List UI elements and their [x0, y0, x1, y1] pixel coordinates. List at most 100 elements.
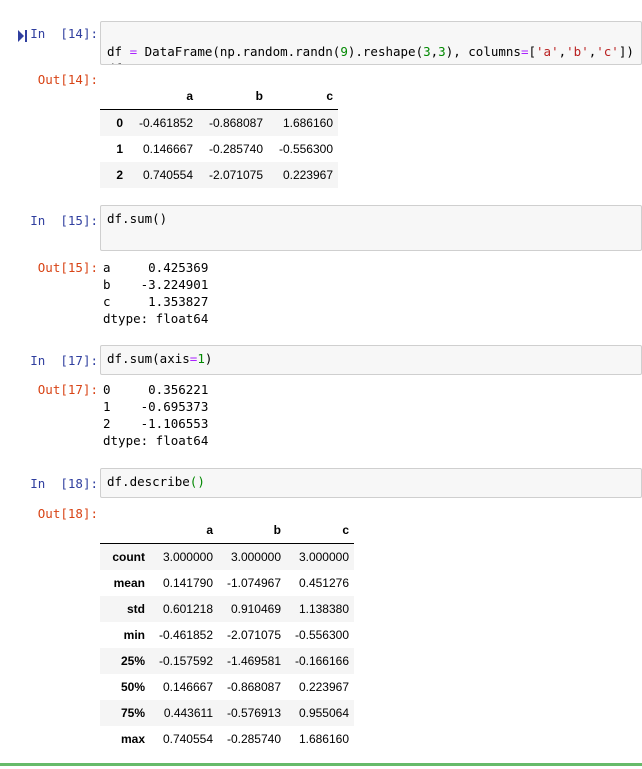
- code-line: df.sum(): [107, 211, 168, 226]
- table-cell: 0.740554: [162, 732, 213, 746]
- code-token: (): [189, 474, 205, 489]
- output-prompt: Out[18]:: [37, 506, 98, 521]
- table-cell: -0.868087: [226, 680, 281, 694]
- code-line: df: [107, 61, 122, 64]
- table-row: 50% 0.146667 -0.868087 0.223967: [100, 674, 354, 700]
- describe-table: a b c count 3.000000 3.000000 3.000000 mean…: [100, 517, 354, 752]
- column-header: c: [268, 83, 338, 110]
- output-text: 0 0.356221 1 -0.695373 2 -1.106553 dtype…: [103, 382, 209, 448]
- table-cell: 0.223967: [282, 168, 333, 182]
- row-index: 1: [116, 142, 123, 156]
- code-token: ): [204, 351, 213, 366]
- table-cell: -0.166166: [294, 654, 349, 668]
- column-header: b: [198, 83, 268, 110]
- code-token: ]): [618, 44, 634, 59]
- row-index: 0: [116, 116, 123, 130]
- row-index: 75%: [120, 706, 145, 720]
- table-cell: -0.285740: [226, 732, 281, 746]
- table-row: mean 0.141790 -1.074967 0.451276: [100, 570, 354, 596]
- table-cell: 0.223967: [298, 680, 349, 694]
- column-header: a: [150, 517, 218, 544]
- input-prompt: In [14]:: [30, 26, 98, 41]
- table-cell: -0.576913: [226, 706, 281, 720]
- table-cell: 0.955064: [298, 706, 349, 720]
- table-cell: 1.686160: [298, 732, 349, 746]
- table-cell: -2.071075: [226, 628, 281, 642]
- table-row: std 0.601218 0.910469 1.138380: [100, 596, 354, 622]
- code-token: df.describe: [107, 474, 190, 489]
- code-token: =: [520, 44, 529, 59]
- output-prompt: Out[14]:: [37, 72, 98, 87]
- column-header: c: [286, 517, 354, 544]
- table-cell: 0.910469: [230, 602, 281, 616]
- table-cell: -0.556300: [294, 628, 349, 642]
- table-cell: 0.740554: [142, 168, 193, 182]
- table-cell: 0.443611: [163, 706, 213, 720]
- table-cell: -0.556300: [278, 142, 333, 156]
- code-token: ), columns: [445, 44, 521, 59]
- code-token: 1: [197, 351, 205, 366]
- table-header-row: a b c: [100, 517, 354, 544]
- table-cell: -0.157592: [158, 654, 213, 668]
- table-cell: -1.469581: [226, 654, 281, 668]
- code-token: 'b': [566, 44, 589, 59]
- table-row: 2 0.740554 -2.071075 0.223967: [100, 162, 338, 188]
- table-cell: 3.000000: [298, 550, 349, 564]
- row-index: max: [120, 732, 145, 746]
- code-input[interactable]: df.sum(axis=1): [100, 345, 642, 375]
- column-header: b: [218, 517, 286, 544]
- table-cell: -2.071075: [208, 168, 263, 182]
- code-input[interactable]: df = DataFrame(np.random.randn(9).reshap…: [100, 21, 642, 65]
- column-header: a: [128, 83, 198, 110]
- row-index: 50%: [120, 680, 145, 694]
- table-cell: 0.601218: [162, 602, 213, 616]
- code-token: 'a': [536, 44, 559, 59]
- table-cell: 0.146667: [162, 680, 213, 694]
- table-cell: 0.451276: [298, 576, 349, 590]
- table-row: 0 -0.461852 -0.868087 1.686160: [100, 109, 338, 136]
- code-token: DataFrame(np.random.randn(: [137, 44, 341, 59]
- code-input[interactable]: df.describe(): [100, 468, 642, 498]
- code-token: df: [107, 44, 130, 59]
- input-prompt: In [18]:: [30, 476, 98, 491]
- table-cell: -0.868087: [208, 116, 263, 130]
- column-header: [100, 517, 150, 544]
- table-row: 1 0.146667 -0.285740 -0.556300: [100, 136, 338, 162]
- table-cell: 3.000000: [230, 550, 281, 564]
- code-token: 3: [423, 44, 431, 59]
- table-row: 75% 0.443611 -0.576913 0.955064: [100, 700, 354, 726]
- code-token: =: [129, 44, 138, 59]
- table-cell: 0.141790: [162, 576, 213, 590]
- table-cell: 1.686160: [282, 116, 333, 130]
- row-index: 25%: [120, 654, 145, 668]
- table-cell: 1.138380: [298, 602, 349, 616]
- table-cell: -0.285740: [208, 142, 263, 156]
- output-prompt: Out[15]:: [37, 260, 98, 275]
- code-input[interactable]: df.sum(): [100, 205, 642, 251]
- input-prompt: In [15]:: [30, 213, 98, 228]
- code-token: ).reshape(: [347, 44, 424, 59]
- code-token: ,: [558, 44, 567, 59]
- input-prompt: In [17]:: [30, 353, 98, 368]
- row-index: 2: [116, 168, 123, 182]
- table-header-row: a b c: [100, 83, 338, 110]
- code-token: [: [528, 44, 537, 59]
- table-row: count 3.000000 3.000000 3.000000: [100, 543, 354, 570]
- active-cell-indicator: [0, 763, 642, 766]
- row-index: count: [112, 550, 145, 564]
- table-cell: 3.000000: [162, 550, 213, 564]
- table-cell: -0.461852: [138, 116, 193, 130]
- table-cell: -0.461852: [158, 628, 213, 642]
- code-token: df.sum(axis: [107, 351, 190, 366]
- row-index: min: [123, 628, 145, 642]
- table-cell: 0.146667: [142, 142, 193, 156]
- row-index: mean: [113, 576, 145, 590]
- code-token: 'c': [596, 44, 619, 59]
- table-row: min -0.461852 -2.071075 -0.556300: [100, 622, 354, 648]
- table-cell: -1.074967: [226, 576, 281, 590]
- column-header: [100, 83, 128, 110]
- row-index: std: [127, 602, 145, 616]
- dataframe-table: a b c 0 -0.461852 -0.868087 1.686160 1 0.146…: [100, 83, 338, 188]
- table-row: 25% -0.157592 -1.469581 -0.166166: [100, 648, 354, 674]
- code-token: 3: [438, 44, 446, 59]
